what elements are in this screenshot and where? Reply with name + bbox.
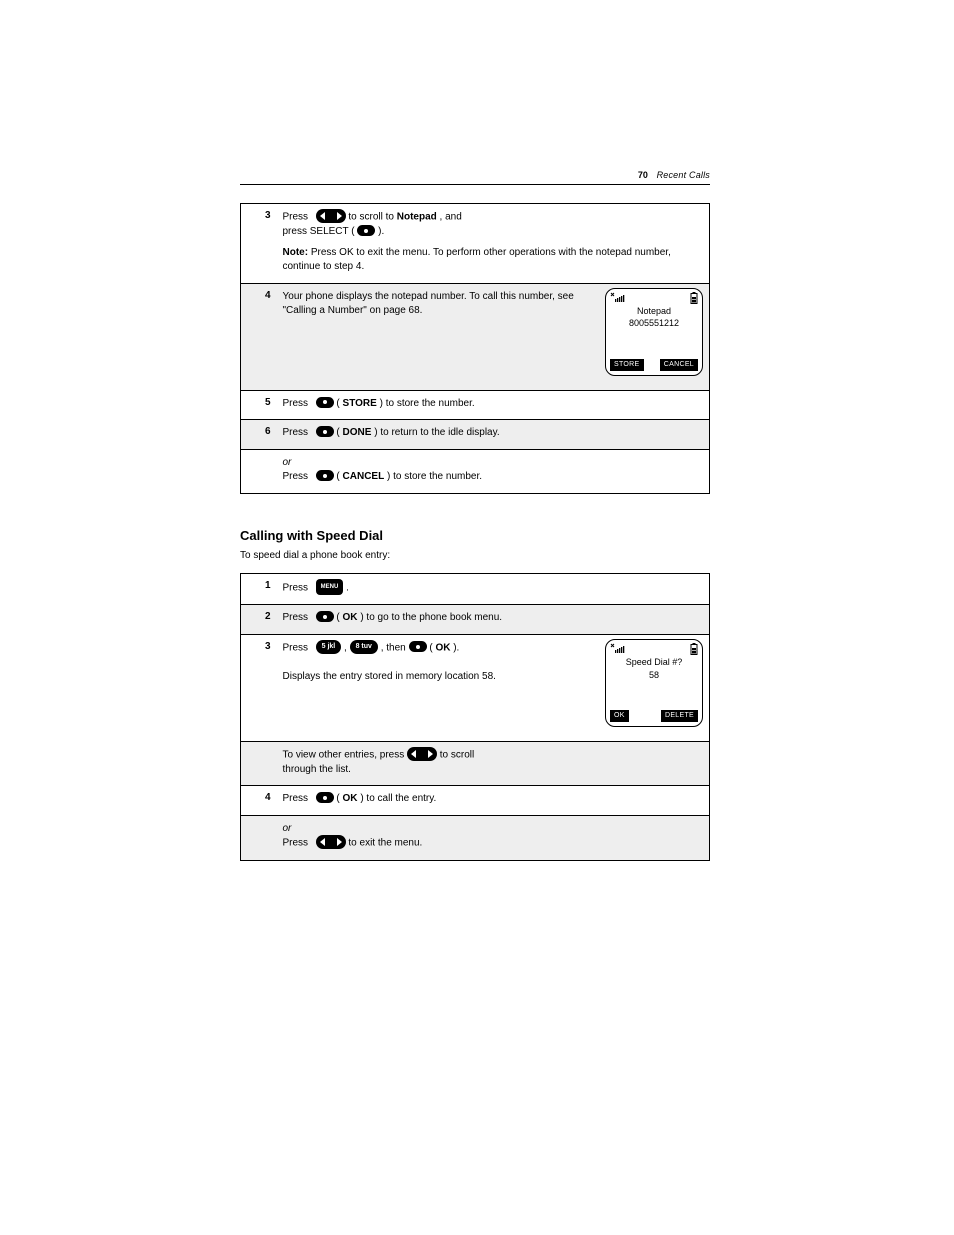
press-label: Press (283, 427, 309, 438)
running-header: 70 Recent Calls (240, 170, 710, 185)
step-number: 3 (241, 634, 275, 741)
press-label: Press (283, 838, 309, 849)
softkey-icon (316, 792, 334, 803)
softkey-left: OK (610, 710, 629, 722)
softkey-right: CANCEL (660, 359, 698, 371)
press-label: Press (283, 642, 309, 653)
table-row: or Press to exit the menu. (241, 815, 710, 860)
press-label: Press (283, 398, 309, 409)
page-number: 70 (638, 170, 648, 180)
note-label: Note: (283, 247, 311, 258)
table-row: 1 Press MENU . (241, 574, 710, 605)
step-text: Displays the entry stored in memory loca… (283, 671, 496, 682)
softkey-left: STORE (610, 359, 644, 371)
press-label: Press (283, 583, 309, 594)
table-row: or Press ( CANCEL ) to store the number. (241, 449, 710, 493)
step-number: 5 (241, 390, 275, 420)
nav-key-icon (316, 209, 346, 223)
note-text: Press OK to exit the menu. To perform ot… (283, 247, 671, 273)
phone-display-preview: Speed Dial #? 58 OK DELETE (605, 639, 703, 727)
softkey-icon (316, 611, 334, 622)
step-number (241, 449, 275, 493)
or-label: or (283, 457, 292, 468)
lcd-line2: 8005551212 (610, 318, 698, 329)
instructions-table-speed-dial: 1 Press MENU . 2 Press ( OK ) to go to t… (240, 573, 710, 860)
battery-icon (690, 643, 698, 655)
softkey-icon (316, 397, 334, 408)
step-number: 2 (241, 605, 275, 635)
instructions-table-notepad: 3 Press to scroll to Notepad , and press… (240, 203, 710, 494)
table-row: 2 Press ( OK ) to go to the phone book m… (241, 605, 710, 635)
softkey-icon (316, 470, 334, 481)
section-lead: To speed dial a phone book entry: (240, 549, 710, 564)
running-title: Recent Calls (657, 170, 710, 180)
press-label: Press (283, 212, 309, 223)
press-label: Press (283, 471, 309, 482)
phone-display-preview: Notepad 8005551212 STORE CANCEL (605, 288, 703, 376)
softkey-icon (409, 641, 427, 652)
notepad-label: Notepad (397, 212, 437, 223)
digit-5-key-icon: 5 jkl (316, 640, 342, 654)
nav-key-icon (316, 835, 346, 849)
step-number: 3 (241, 204, 275, 284)
table-row: 3 Press 5 jkl , 8 tuv , then ( OK ). Dis… (241, 634, 710, 741)
signal-icon (610, 643, 628, 655)
table-row: 6 Press ( DONE ) to return to the idle d… (241, 420, 710, 450)
signal-icon (610, 292, 628, 304)
softkey-icon (316, 426, 334, 437)
nav-key-icon (407, 747, 437, 761)
table-row: 5 Press ( STORE ) to store the number. (241, 390, 710, 420)
lcd-line2: 58 (610, 670, 698, 681)
digit-8-key-icon: 8 tuv (350, 640, 378, 654)
table-row: To view other entries, press to scroll t… (241, 741, 710, 786)
lcd-line1: Notepad (610, 306, 698, 317)
battery-icon (690, 292, 698, 304)
step-text: Your phone displays the notepad number. … (283, 291, 574, 317)
or-label: or (283, 823, 292, 834)
menu-key-icon: MENU (316, 579, 344, 595)
table-row: 4 Press ( OK ) to call the entry. (241, 786, 710, 816)
step-number: 4 (241, 786, 275, 816)
step-number: 1 (241, 574, 275, 605)
softkey-right: DELETE (661, 710, 698, 722)
table-row: 3 Press to scroll to Notepad , and press… (241, 204, 710, 284)
step-number: 4 (241, 283, 275, 390)
press-label: Press (283, 612, 309, 623)
section-heading: Calling with Speed Dial (240, 528, 710, 543)
table-row: 4 Your phone displays the notepad number… (241, 283, 710, 390)
step-number: 6 (241, 420, 275, 450)
press-label: Press (283, 793, 309, 804)
select-key-icon (357, 225, 375, 236)
lcd-line1: Speed Dial #? (610, 657, 698, 668)
